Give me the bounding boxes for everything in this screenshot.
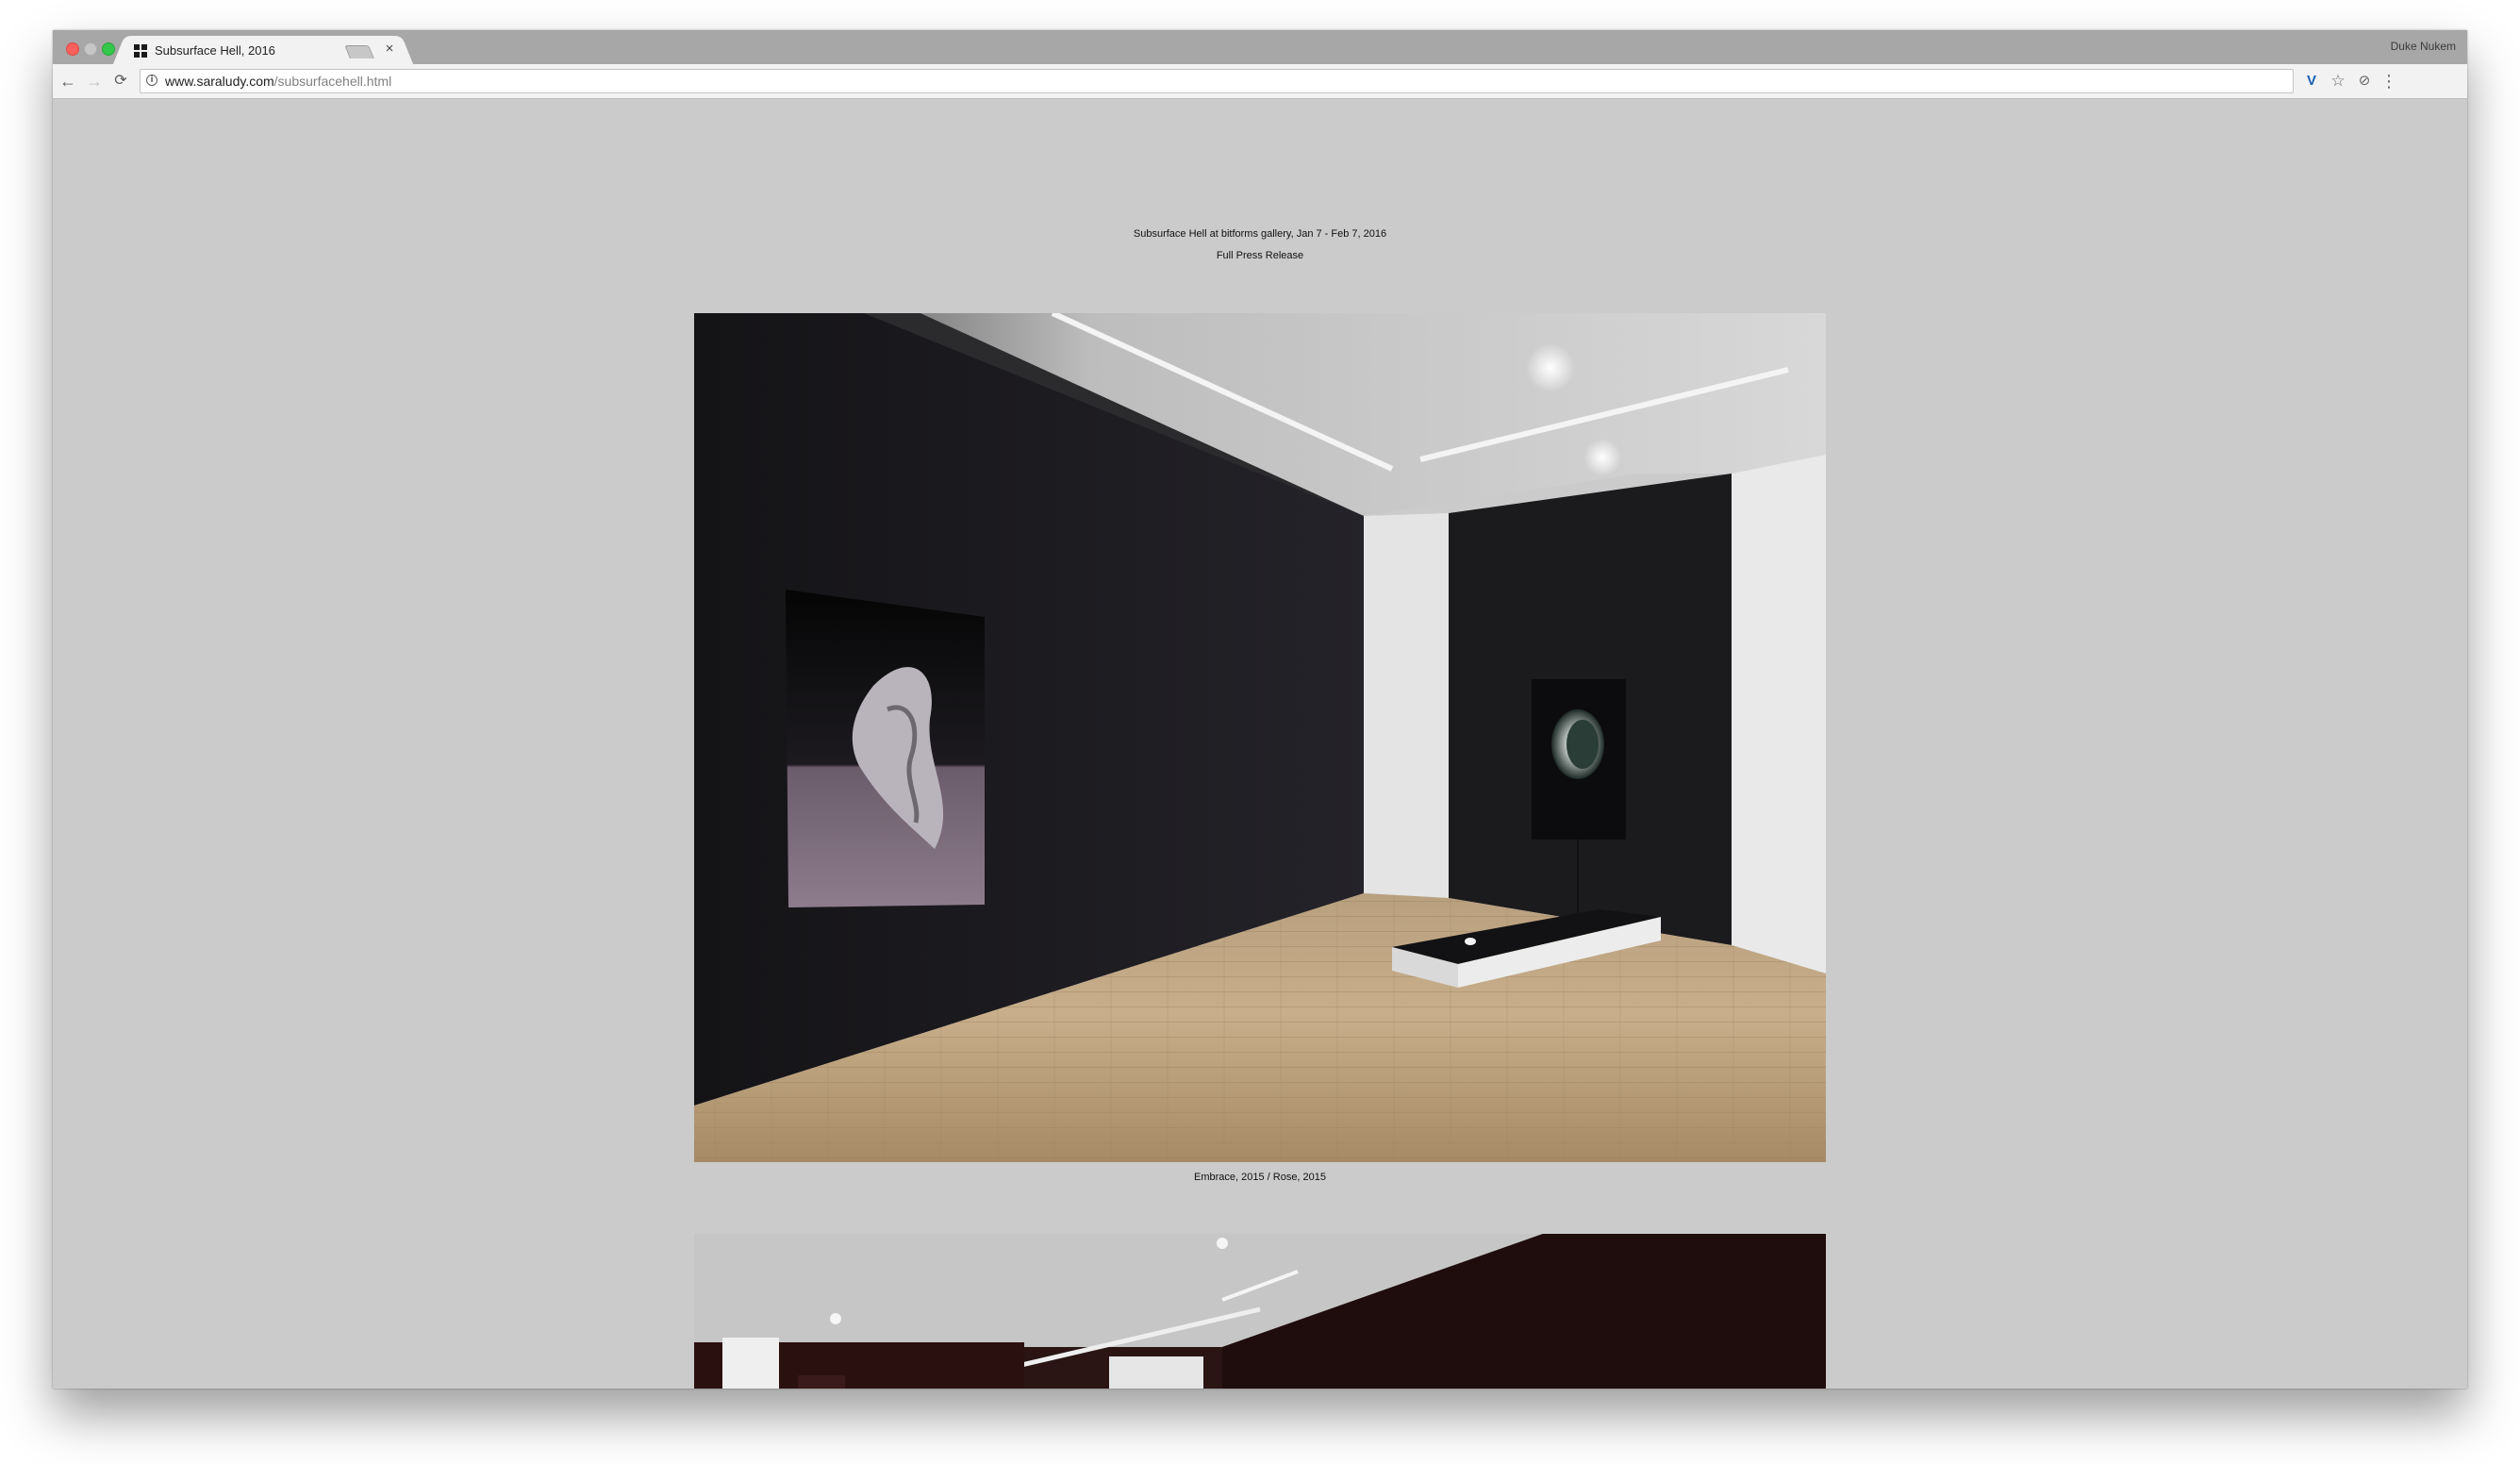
site-favicon-icon	[134, 44, 147, 58]
tab-title: Subsurface Hell, 2016	[155, 43, 275, 58]
url-host: www.saraludy.com	[165, 74, 274, 89]
image-caption: Embrace, 2015 / Rose, 2015	[1193, 1172, 1327, 1183]
exhibition-headline: Subsurface Hell at bitforms gallery, Jan…	[1133, 228, 1387, 240]
gallery-photo	[694, 313, 1826, 1162]
url-text[interactable]: www.saraludy.com/subsurfacehell.html	[165, 74, 391, 89]
bookmark-star-icon[interactable]: ☆	[2328, 71, 2348, 92]
gallery-installation-image	[694, 1234, 1826, 1389]
profile-name[interactable]: Duke Nukem	[2391, 40, 2456, 53]
extension-v-icon[interactable]: V	[2301, 71, 2322, 92]
site-info-icon[interactable]: i	[146, 75, 158, 86]
tab-strip: Subsurface Hell, 2016 × Duke Nukem	[53, 30, 2467, 64]
browser-window: Subsurface Hell, 2016 × Duke Nukem ← → ⟳…	[53, 30, 2467, 1389]
gallery-photo	[694, 1234, 1826, 1389]
window-minimize-button[interactable]	[84, 42, 97, 56]
window-maximize-button[interactable]	[102, 42, 115, 56]
browser-toolbar: ← → ⟳ i www.saraludy.com/subsurfacehell.…	[53, 64, 2467, 99]
extension-icon[interactable]: ⊘	[2354, 71, 2375, 92]
new-tab-button[interactable]	[344, 45, 374, 58]
window-close-button[interactable]	[66, 42, 79, 56]
tab-close-icon[interactable]: ×	[381, 41, 398, 58]
url-path: /subsurfacehell.html	[274, 74, 392, 89]
address-bar[interactable]: i www.saraludy.com/subsurfacehell.html	[140, 69, 2294, 93]
press-release-link[interactable]: Full Press Release	[53, 250, 2467, 261]
page-content: Subsurface Hell at bitforms gallery, Jan…	[53, 99, 2467, 1389]
back-icon[interactable]: ←	[58, 71, 78, 92]
forward-icon[interactable]: →	[84, 71, 105, 92]
gallery-installation-image	[694, 313, 1826, 1162]
browser-menu-icon[interactable]: ⋮	[2379, 71, 2399, 92]
reload-icon[interactable]: ⟳	[110, 71, 131, 92]
